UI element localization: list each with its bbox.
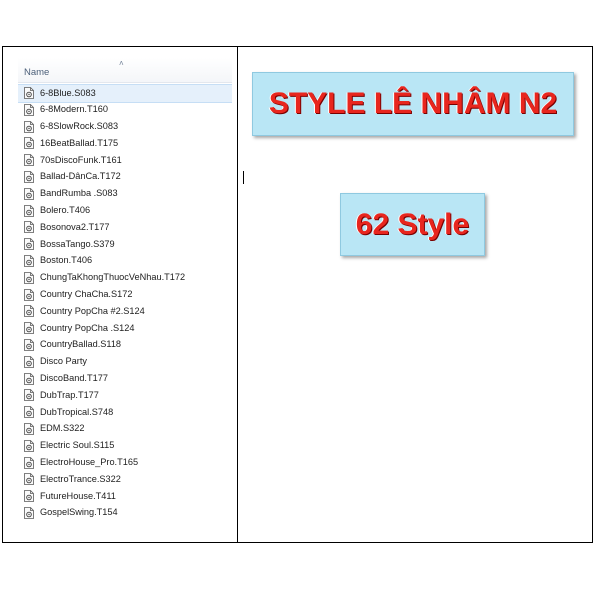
file-list-item[interactable]: Bolero.T406	[18, 203, 232, 220]
style-file-icon	[23, 456, 35, 469]
file-name: GospelSwing.T154	[40, 507, 118, 518]
file-list-item[interactable]: FutureHouse.T411	[18, 488, 232, 505]
file-list-item[interactable]: 16BeatBallad.T175	[18, 135, 232, 152]
file-name: 6-8SlowRock.S083	[40, 121, 119, 132]
file-list-item[interactable]: Bosonova2.T177	[18, 219, 232, 236]
file-name: Bolero.T406	[40, 205, 91, 216]
file-list-item[interactable]: Boston.T406	[18, 253, 232, 270]
style-file-icon	[23, 490, 35, 503]
file-list-item[interactable]: Country ChaCha.S172	[18, 287, 232, 304]
style-file-icon	[23, 406, 35, 419]
text-cursor	[243, 171, 244, 184]
style-file-icon	[23, 322, 35, 335]
file-name: BandRumba .S083	[40, 188, 118, 199]
file-name: ChungTaKhongThuocVeNhau.T172	[40, 272, 186, 283]
file-name: DiscoBand.T177	[40, 373, 108, 384]
file-list-item[interactable]: BossaTango.S379	[18, 236, 232, 253]
file-name: 16BeatBallad.T175	[40, 137, 119, 148]
file-list-item[interactable]: BandRumba .S083	[18, 186, 232, 203]
file-list-item[interactable]: ChungTaKhongThuocVeNhau.T172	[18, 270, 232, 287]
style-file-icon	[23, 389, 35, 402]
file-list-item[interactable]: CountryBallad.S118	[18, 337, 232, 354]
style-file-icon	[23, 238, 35, 251]
file-list-item[interactable]: 6-8Blue.S083	[18, 84, 232, 103]
file-list-item[interactable]: 70sDiscoFunk.T161	[18, 152, 232, 169]
file-name: 6-8Blue.S083	[40, 87, 96, 98]
file-list-item[interactable]: 6-8SlowRock.S083	[18, 119, 232, 136]
style-file-icon	[23, 154, 35, 167]
file-name: Boston.T406	[40, 255, 93, 266]
style-file-icon	[23, 255, 35, 267]
style-file-icon	[23, 473, 35, 486]
title-banner: STYLE LÊ NHÂM N2	[252, 72, 574, 136]
file-name: Country ChaCha.S172	[40, 289, 133, 300]
style-file-icon	[23, 423, 35, 435]
file-name: DubTropical.S748	[40, 406, 114, 417]
file-name: BossaTango.S379	[40, 238, 115, 249]
file-explorer-pane: Name ˄ 6-8Blue.S083 6-8Modern.T160 6-8Slow…	[18, 58, 232, 530]
file-name: 70sDiscoFunk.T161	[40, 154, 122, 165]
file-list-item[interactable]: GospelSwing.T154	[18, 505, 232, 522]
file-name: FutureHouse.T411	[40, 490, 116, 501]
style-file-icon	[23, 87, 35, 99]
file-name: EDM.S322	[40, 423, 85, 434]
file-name: Bosonova2.T177	[40, 221, 110, 232]
style-count-banner: 62 Style	[340, 193, 485, 256]
style-file-icon	[23, 271, 35, 284]
style-file-icon	[23, 439, 35, 452]
file-name: CountryBallad.S118	[40, 339, 122, 350]
style-file-icon	[23, 339, 35, 351]
style-file-icon	[23, 288, 35, 301]
style-file-icon	[23, 372, 35, 385]
style-file-icon	[23, 187, 35, 200]
style-file-icon	[23, 204, 35, 217]
style-file-icon	[23, 355, 35, 368]
file-name: DubTrap.T177	[40, 389, 99, 400]
frame-divider	[237, 46, 238, 543]
file-name: Country PopCha #2.S124	[40, 305, 145, 316]
style-file-icon	[23, 120, 35, 133]
file-list-item[interactable]: DubTropical.S748	[18, 404, 232, 421]
file-list-item[interactable]: EDM.S322	[18, 421, 232, 438]
file-name: Disco Party	[40, 356, 87, 367]
chevron-up-icon: ˄	[119, 59, 124, 68]
file-list-item[interactable]: DubTrap.T177	[18, 387, 232, 404]
style-file-icon	[23, 507, 35, 519]
style-file-icon	[23, 137, 35, 150]
style-file-icon	[23, 221, 35, 234]
file-list-item[interactable]: 6-8Modern.T160	[18, 102, 232, 119]
style-file-icon	[23, 305, 35, 318]
style-file-icon	[23, 103, 35, 116]
file-name: Country PopCha .S124	[40, 322, 135, 333]
file-list-item[interactable]: Disco Party	[18, 354, 232, 371]
file-name: Electric Soul.S115	[40, 440, 115, 451]
file-name: Ballad-DânCa.T172	[40, 171, 121, 182]
name-column-label: Name	[24, 67, 50, 78]
file-name: ElectroHouse_Pro.T165	[40, 457, 139, 468]
style-file-icon	[23, 171, 35, 183]
file-list: 6-8Blue.S083 6-8Modern.T160 6-8SlowRock.S0…	[18, 84, 232, 522]
file-list-item[interactable]: Country PopCha #2.S124	[18, 303, 232, 320]
file-name: ElectroTrance.S322	[40, 473, 121, 484]
file-list-item[interactable]: Ballad-DânCa.T172	[18, 169, 232, 186]
file-list-item[interactable]: Electric Soul.S115	[18, 438, 232, 455]
file-list-item[interactable]: ElectroTrance.S322	[18, 471, 232, 488]
file-name: 6-8Modern.T160	[40, 104, 108, 115]
file-list-item[interactable]: ElectroHouse_Pro.T165	[18, 455, 232, 472]
name-column-header[interactable]: Name ˄	[18, 58, 232, 83]
file-list-item[interactable]: DiscoBand.T177	[18, 371, 232, 388]
file-list-item[interactable]: Country PopCha .S124	[18, 320, 232, 337]
